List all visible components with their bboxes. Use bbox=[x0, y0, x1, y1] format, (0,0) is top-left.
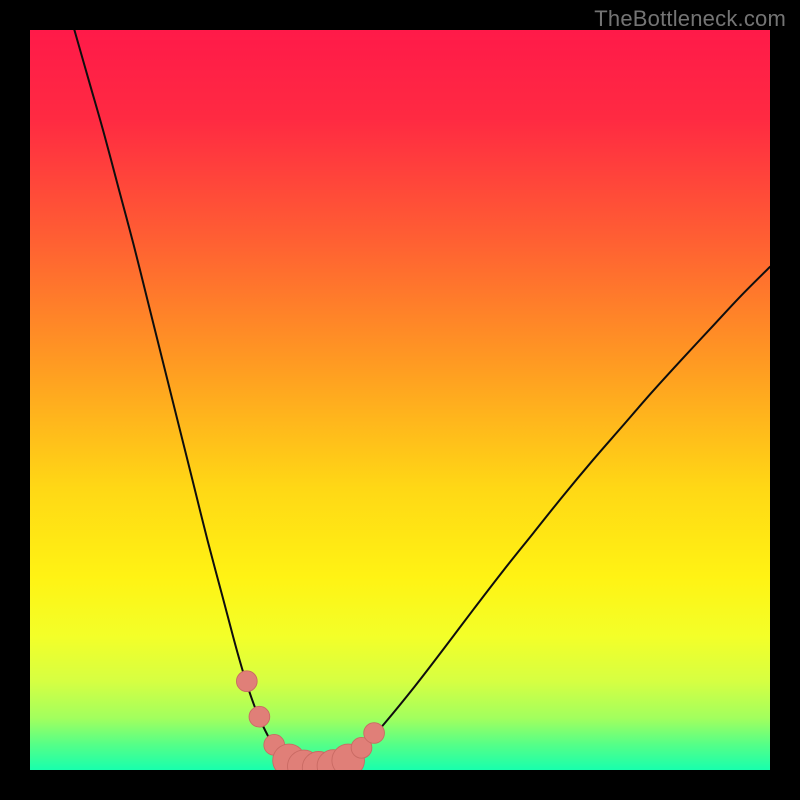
valley-marker bbox=[364, 723, 385, 744]
v-curve bbox=[74, 30, 770, 770]
valley-marker bbox=[236, 671, 257, 692]
valley-marker bbox=[249, 706, 270, 727]
curve-layer bbox=[30, 30, 770, 770]
bottleneck-curve bbox=[74, 30, 770, 768]
plot-area bbox=[30, 30, 770, 770]
outer-frame: TheBottleneck.com bbox=[0, 0, 800, 800]
watermark-label: TheBottleneck.com bbox=[594, 6, 786, 32]
